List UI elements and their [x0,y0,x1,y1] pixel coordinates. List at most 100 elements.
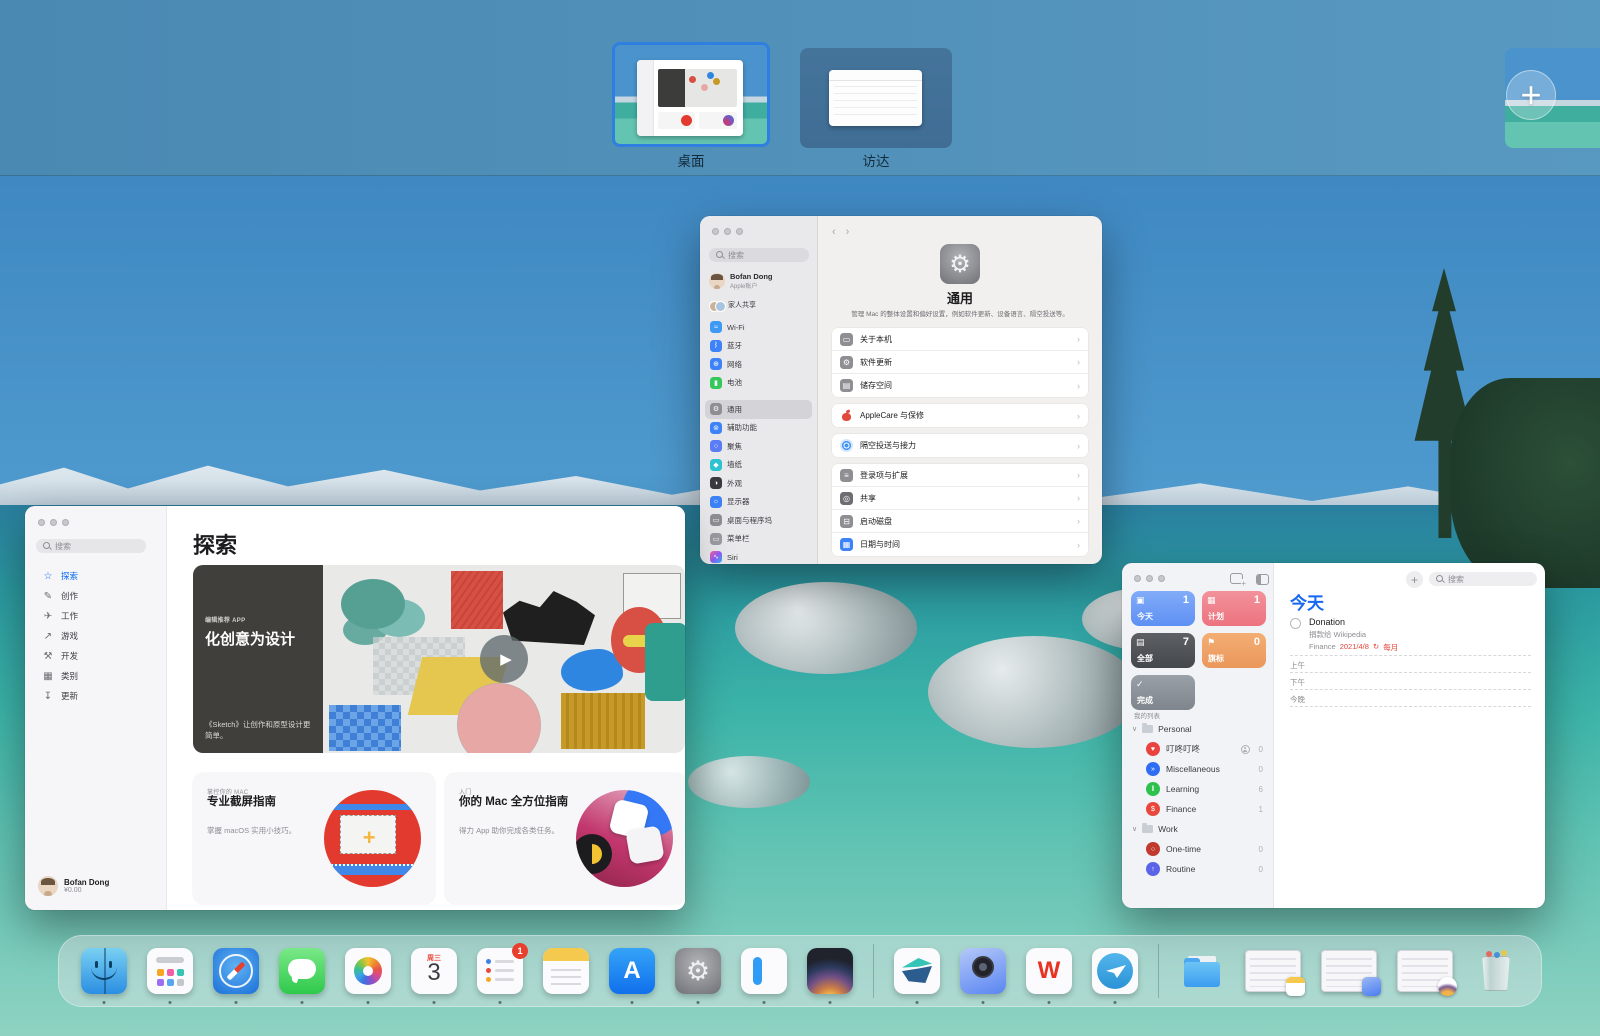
chevron-down-icon[interactable]: ∨ [1132,725,1137,733]
settings-row[interactable]: AppleCare 与保修› [832,404,1088,427]
settings-row[interactable]: ▭关于本机› [832,328,1088,351]
appstore-nav-item[interactable]: ✈工作 [36,606,158,626]
appstore-nav-item[interactable]: ▦类别 [36,666,158,686]
settings-family-sharing-row[interactable]: 家人共享 [709,300,756,310]
dock-item-reminders[interactable]: 1 [477,948,523,994]
list-item[interactable]: ↑Routine0 [1128,859,1267,879]
dock-item-photos[interactable] [345,948,391,994]
appstore-nav-item[interactable]: ☆探索 [36,566,158,586]
appstore-nav-item[interactable]: ↧更新 [36,686,158,706]
zoom-button[interactable] [1158,575,1165,582]
settings-row[interactable]: ▤储存空间› [832,374,1088,397]
chevron-down-icon[interactable]: ∨ [1132,825,1137,833]
dock-item-telegram[interactable] [1092,948,1138,994]
dock-item-launchpad[interactable] [147,948,193,994]
app-store-window[interactable]: 搜索 ☆探索✎创作✈工作↗游戏⚒开发▦类别↧更新 Bofan Dong ¥0.0… [25,506,685,910]
sidebar-toggle-icon[interactable] [1256,574,1269,585]
appstore-nav-item[interactable]: ↗游戏 [36,626,158,646]
close-button[interactable] [712,228,719,235]
appstore-nav-item[interactable]: ⚒开发 [36,646,158,666]
appstore-nav-item[interactable]: ✎创作 [36,586,158,606]
smart-list-card[interactable]: ▣1今天 [1131,591,1195,626]
list-item[interactable]: ♥叮咚叮咚0 [1128,739,1267,759]
close-button[interactable] [38,519,45,526]
window-controls[interactable] [38,519,69,526]
dock-item-minimized-browser-window[interactable] [1397,950,1453,992]
back-icon[interactable]: ‹ [832,226,836,238]
settings-sidebar-item[interactable]: ▭桌面与程序坞 [705,511,812,530]
settings-account-row[interactable]: Bofan Dong Apple账户 [709,272,773,290]
minimize-button[interactable] [724,228,731,235]
minimize-button[interactable] [1146,575,1153,582]
dock-item-app-store[interactable]: A [609,948,655,994]
space-thumbnail-desktop[interactable] [612,42,770,147]
add-reminder-button[interactable]: + [1406,571,1423,588]
window-controls[interactable] [1134,575,1165,582]
settings-sidebar-item[interactable]: ◆墙纸 [705,456,812,475]
smart-list-card[interactable]: ▦1计划 [1202,591,1266,626]
story-card[interactable]: 掌控你的 MAC 专业截屏指南 掌握 macOS 实用小技巧。 + [193,773,435,904]
settings-sidebar-item[interactable]: ⊕网络 [705,355,812,374]
dock-item-wps-office[interactable]: W [1026,948,1072,994]
add-space-button[interactable]: + [1506,70,1556,120]
settings-row[interactable]: ≡登录项与扩展› [832,464,1088,487]
appstore-search-field[interactable]: 搜索 [36,539,146,553]
settings-row[interactable]: 隔空投送与接力› [832,434,1088,457]
settings-sidebar-item[interactable]: ☼显示器 [705,493,812,512]
settings-sidebar-item[interactable]: ◑外观 [705,474,812,493]
list-item[interactable]: $Finance1 [1128,799,1267,819]
zoom-button[interactable] [736,228,743,235]
dock-item-finder[interactable] [81,948,127,994]
dock-item-notes[interactable] [543,948,589,994]
forward-icon[interactable]: › [846,226,850,238]
settings-row[interactable]: ◎共享› [832,487,1088,510]
add-list-icon[interactable] [1230,573,1243,584]
settings-row[interactable]: ⚙软件更新› [832,351,1088,374]
settings-sidebar-item[interactable]: ▮电池 [705,374,812,393]
smart-list-card[interactable]: ▤7全部 [1131,633,1195,668]
reminders-window[interactable]: ▣1今天▦1计划▤7全部⚑0旗标✓完成 我的列表 ∨Personal♥叮咚叮咚0… [1122,563,1545,908]
settings-row[interactable]: ⊟启动磁盘› [832,510,1088,533]
dock-item-minimized-editor-window[interactable] [1321,950,1377,992]
list-item[interactable]: ○One-time0 [1128,839,1267,859]
settings-sidebar-item[interactable]: ᛒ蓝牙 [705,337,812,356]
space-thumbnail-finder[interactable] [800,48,952,148]
smart-list-card[interactable]: ⚑0旗标 [1202,633,1266,668]
settings-sidebar-item[interactable]: ▭菜单栏 [705,530,812,549]
dock-item-downloads-folder[interactable] [1179,948,1225,994]
play-button-icon[interactable]: ▶ [480,635,528,683]
reminder-item[interactable]: Donation 捐款给 Wikipedia Finance 2021/4/8 … [1290,617,1531,653]
list-folder[interactable]: ∨Work [1128,819,1267,839]
settings-sidebar-item[interactable]: ∿Siri [705,548,812,564]
featured-hero-card[interactable]: ▶ 编辑推荐 APP 化创意为设计 《Sketch》让创作和原型设计更简单。 [193,565,685,753]
space-label-finder[interactable]: 访达 [800,150,952,170]
settings-row[interactable]: ▦日期与时间› [832,533,1088,556]
settings-sidebar-item[interactable]: ≈Wi-Fi [705,318,812,337]
dock-item-blue-bar-app[interactable] [741,948,787,994]
list-item[interactable]: ‖Learning6 [1128,779,1267,799]
reminders-search-field[interactable]: 搜索 [1429,572,1537,586]
dock-item-calendar[interactable]: 周三3 [411,948,457,994]
appstore-account-row[interactable]: Bofan Dong ¥0.00 [38,876,109,896]
system-settings-window[interactable]: 搜索 Bofan Dong Apple账户 家人共享 ≈Wi-Fiᛒ蓝牙⊕网络▮… [700,216,1102,564]
list-item[interactable]: »Miscellaneous0 [1128,759,1267,779]
dock-item-system-settings[interactable]: ⚙ [675,948,721,994]
settings-sidebar-item[interactable]: ○聚焦 [705,437,812,456]
minimize-button[interactable] [50,519,57,526]
space-label-desktop[interactable]: 桌面 [612,150,770,170]
dock-item-mail-bird-app[interactable] [894,948,940,994]
dock-item-minimized-notes-window[interactable] [1245,950,1301,992]
dock-item-trash[interactable] [1473,948,1519,994]
settings-sidebar-item[interactable]: ⚙通用 [705,400,812,419]
dock-item-safari[interactable] [213,948,259,994]
list-folder[interactable]: ∨Personal [1128,719,1267,739]
settings-sidebar-item[interactable]: ⊚辅助功能 [705,419,812,438]
zoom-button[interactable] [62,519,69,526]
dock-item-messages[interactable] [279,948,325,994]
smart-list-card[interactable]: ✓完成 [1131,675,1195,710]
dock-item-screenshot-app[interactable] [960,948,1006,994]
reminder-checkbox[interactable] [1290,618,1301,629]
dock-item-dusk-app[interactable] [807,948,853,994]
window-controls[interactable] [712,228,743,235]
close-button[interactable] [1134,575,1141,582]
